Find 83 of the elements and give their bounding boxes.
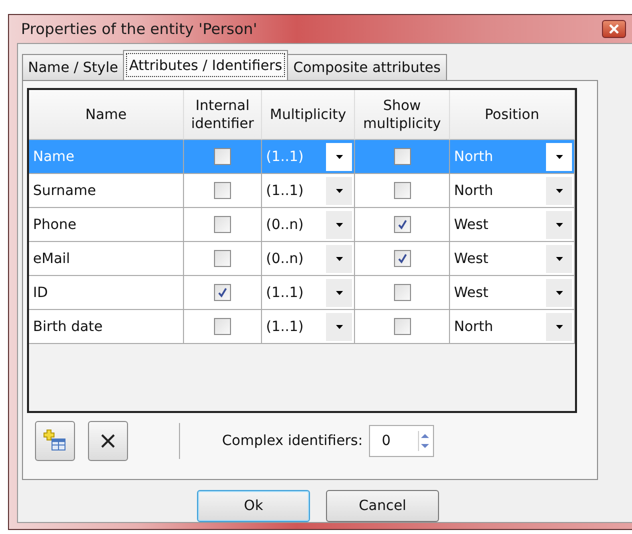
dropdown-button[interactable] [326, 142, 352, 170]
caret-icon [556, 324, 562, 328]
delete-button[interactable] [88, 421, 128, 461]
check-icon [396, 219, 408, 230]
caret-icon [556, 154, 562, 158]
column-header[interactable]: Show multiplicity [355, 90, 450, 140]
caret-icon [336, 222, 342, 226]
add-attribute-button[interactable] [35, 421, 75, 461]
caret-icon [556, 290, 562, 294]
attribute-name: eMail [33, 250, 70, 266]
dropdown-button[interactable] [326, 210, 352, 238]
attribute-name: Birth date [33, 318, 103, 334]
tab[interactable]: Composite attributes [287, 54, 447, 80]
column-header[interactable]: Position [450, 90, 575, 140]
dropdown-button[interactable] [546, 278, 572, 306]
table-row[interactable]: ID (1..1) West [29, 276, 575, 310]
position-value: West [454, 216, 488, 232]
caret-icon [336, 256, 342, 260]
spin-up-icon[interactable] [418, 431, 431, 441]
checkbox[interactable] [214, 318, 231, 335]
multiplicity-value: (0..n) [266, 216, 304, 232]
checkbox[interactable] [394, 216, 410, 233]
multiplicity-value: (0..n) [266, 250, 304, 266]
position-value: West [454, 250, 488, 266]
dropdown-button[interactable] [546, 210, 572, 238]
caret-icon [336, 324, 342, 328]
checkbox[interactable] [394, 318, 410, 335]
checkbox[interactable] [214, 148, 231, 165]
close-icon [609, 24, 619, 34]
tab[interactable]: Attributes / Identifiers [123, 50, 288, 80]
dropdown-button[interactable] [546, 176, 572, 204]
multiplicity-value: (1..1) [266, 148, 304, 164]
multiplicity-value: (1..1) [266, 182, 304, 198]
delete-icon [100, 433, 116, 449]
table-row[interactable]: Birth date (1..1) North [29, 310, 575, 344]
checkbox[interactable] [394, 250, 410, 267]
window-title: Properties of the entity 'Person' [21, 20, 258, 38]
caret-icon [556, 222, 562, 226]
position-value: North [454, 148, 494, 164]
checkbox[interactable] [394, 182, 410, 199]
dropdown-button[interactable] [326, 312, 352, 340]
caret-icon [336, 290, 342, 294]
caret-icon [556, 256, 562, 260]
complex-identifiers-label: Complex identifiers: [222, 433, 363, 449]
checkbox[interactable] [214, 216, 231, 233]
attribute-name: Name [33, 148, 74, 164]
close-button[interactable] [602, 20, 626, 38]
dropdown-button[interactable] [326, 176, 352, 204]
position-value: North [454, 182, 494, 198]
complex-identifiers-spinner[interactable]: 0 [368, 425, 434, 457]
spin-down-icon[interactable] [418, 441, 431, 451]
checkbox[interactable] [214, 250, 231, 267]
check-icon [396, 253, 408, 264]
caret-icon [556, 188, 562, 192]
checkbox[interactable] [214, 284, 231, 301]
table-row[interactable]: Surname (1..1) North [29, 174, 575, 208]
dropdown-button[interactable] [326, 244, 352, 272]
multiplicity-value: (1..1) [266, 318, 304, 334]
dropdown-button[interactable] [546, 244, 572, 272]
attribute-name: Surname [33, 182, 96, 198]
dropdown-button[interactable] [546, 142, 572, 170]
column-header[interactable]: Multiplicity [262, 90, 355, 140]
checkbox[interactable] [394, 148, 410, 165]
column-header[interactable]: Internal identifier [184, 90, 262, 140]
table-row[interactable]: eMail (0..n) West [29, 242, 575, 276]
check-icon [217, 287, 228, 298]
caret-icon [336, 188, 342, 192]
attribute-name: Phone [33, 216, 76, 232]
cancel-button[interactable]: Cancel [326, 490, 439, 522]
tab[interactable]: Name / Style [22, 54, 124, 80]
dropdown-button[interactable] [326, 278, 352, 306]
ok-button[interactable]: Ok [197, 490, 310, 522]
checkbox[interactable] [214, 182, 231, 199]
checkbox[interactable] [394, 284, 410, 301]
dropdown-button[interactable] [546, 312, 572, 340]
multiplicity-value: (1..1) [266, 284, 304, 300]
table-row[interactable]: Phone (0..n) West [29, 208, 575, 242]
add-table-icon [43, 429, 67, 453]
attribute-name: ID [33, 284, 48, 300]
caret-icon [336, 154, 342, 158]
position-value: North [454, 318, 494, 334]
position-value: West [454, 284, 488, 300]
column-header[interactable]: Name [29, 90, 184, 140]
